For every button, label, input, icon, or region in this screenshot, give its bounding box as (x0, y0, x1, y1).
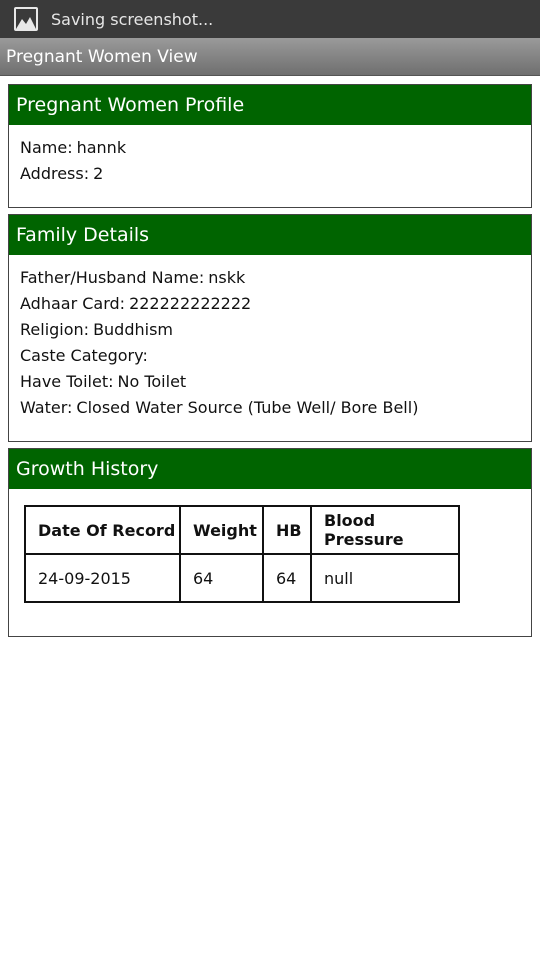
family-header: Family Details (9, 215, 531, 255)
table-header-row: Date Of Record Weight HB Blood Pressure (24, 505, 460, 555)
caste-label: Caste Category: (20, 346, 148, 365)
caste-field: Caste Category: (20, 343, 520, 369)
cell-weight: 64 (179, 553, 264, 603)
water-field: Water: Closed Water Source (Tube Well/ Bo… (20, 395, 520, 421)
growth-card: Growth History Date Of Record Weight HB … (8, 448, 532, 637)
name-field: Name: hannk (20, 135, 520, 161)
name-label: Name: (20, 138, 73, 157)
cell-hb: 64 (262, 553, 312, 603)
address-value: 2 (93, 164, 104, 183)
growth-body: Date Of Record Weight HB Blood Pressure … (9, 489, 531, 613)
table-row: 24-09-2015 64 64 null (24, 553, 460, 603)
water-value: Closed Water Source (Tube Well/ Bore Bel… (76, 398, 419, 417)
husband-name-value: nskk (208, 268, 246, 287)
status-bar: Saving screenshot... (0, 0, 540, 38)
family-body: Father/Husband Name: nskk Adhaar Card: 222… (9, 255, 531, 431)
family-card: Family Details Father/Husband Name: nskk … (8, 214, 532, 442)
husband-name-label: Father/Husband Name: (20, 268, 205, 287)
address-field: Address: 2 (20, 161, 520, 187)
column-header-weight: Weight (179, 505, 264, 555)
page-title: Pregnant Women View (6, 46, 198, 67)
name-value: hannk (76, 138, 127, 157)
husband-name-field: Father/Husband Name: nskk (20, 265, 520, 291)
profile-body: Name: hannk Address: 2 (9, 125, 531, 197)
toilet-label: Have Toilet: (20, 372, 114, 391)
profile-header: Pregnant Women Profile (9, 85, 531, 125)
profile-card: Pregnant Women Profile Name: hannk Addres… (8, 84, 532, 208)
column-header-date: Date Of Record (24, 505, 181, 555)
cell-blood-pressure: null (310, 553, 460, 603)
toilet-value: No Toilet (117, 372, 187, 391)
adhaar-label: Adhaar Card: (20, 294, 126, 313)
column-header-hb: HB (262, 505, 312, 555)
growth-history-table: Date Of Record Weight HB Blood Pressure … (24, 505, 460, 603)
adhaar-field: Adhaar Card: 222222222222 (20, 291, 520, 317)
address-label: Address: (20, 164, 90, 183)
water-label: Water: (20, 398, 73, 417)
adhaar-value: 222222222222 (129, 294, 252, 313)
religion-value: Buddhism (93, 320, 173, 339)
cell-date: 24-09-2015 (24, 553, 181, 603)
growth-header: Growth History (9, 449, 531, 489)
status-text: Saving screenshot... (51, 9, 214, 29)
religion-label: Religion: (20, 320, 90, 339)
title-bar: Pregnant Women View (0, 38, 540, 76)
column-header-blood-pressure: Blood Pressure (310, 505, 460, 555)
image-icon (14, 7, 38, 31)
toilet-field: Have Toilet: No Toilet (20, 369, 520, 395)
religion-field: Religion: Buddhism (20, 317, 520, 343)
